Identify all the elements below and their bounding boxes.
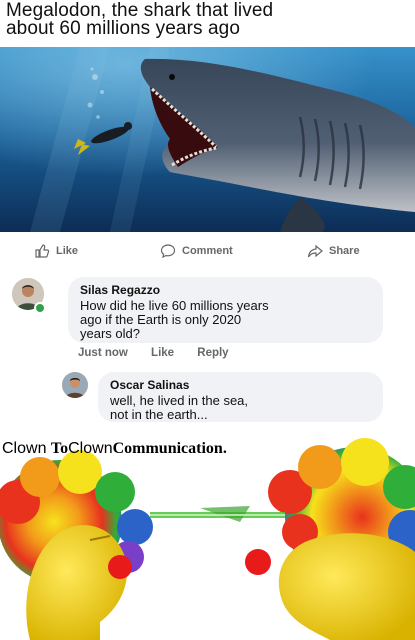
comment-author[interactable]: Silas Regazzo	[80, 283, 371, 297]
clown-meme-image: Clown ToClownCommunication.	[0, 432, 415, 640]
comment-like-link[interactable]: Like	[151, 347, 174, 359]
comment-label: Comment	[182, 245, 233, 257]
online-status-dot	[34, 302, 46, 314]
comment-text-line-2: ago if the Earth is only 2020	[80, 312, 242, 327]
share-arrow-icon	[307, 244, 323, 258]
reply-text-line-1: well, he lived in the sea,	[110, 393, 249, 408]
avatar[interactable]	[62, 372, 88, 398]
comment-meta: Just now Like Reply	[78, 347, 249, 359]
thumbs-up-icon	[35, 244, 50, 258]
comment-bubble: Silas Regazzo How did he live 60 million…	[68, 277, 383, 343]
eye-beam	[150, 506, 285, 522]
post-caption-line-2: about 60 millions years ago	[6, 18, 241, 39]
avatar-oscar-icon	[62, 372, 88, 398]
comment-time: Just now	[78, 347, 128, 359]
meme-word-3: Clown	[68, 440, 113, 457]
megalodon-image	[0, 47, 415, 232]
comment-text-line-3: years old?	[80, 326, 140, 341]
post-caption: Megalodon, the shark that lived about 60…	[6, 1, 406, 39]
reply-bubble: Oscar Salinas well, he lived in the sea,…	[98, 372, 383, 422]
reply-text-line-2: not in the earth...	[110, 407, 208, 422]
right-clown-face	[245, 533, 415, 640]
share-label: Share	[329, 245, 360, 257]
post-action-bar: Like Comment Share	[0, 238, 415, 264]
comment-button[interactable]: Comment	[160, 243, 233, 259]
meme-caption: Clown ToClownCommunication.	[2, 440, 227, 458]
like-label: Like	[56, 245, 79, 257]
speech-bubble-icon	[160, 244, 176, 259]
meme-word-2: To	[50, 440, 69, 457]
comment-reply-link[interactable]: Reply	[197, 347, 228, 359]
reply-author[interactable]: Oscar Salinas	[110, 378, 371, 392]
meme-word-1: Clown	[2, 440, 47, 457]
share-button[interactable]: Share	[307, 243, 360, 259]
like-button[interactable]: Like	[34, 243, 78, 259]
meme-word-4: Communication.	[112, 440, 227, 457]
comment-text-line-1: How did he live 60 millions years	[80, 298, 269, 313]
